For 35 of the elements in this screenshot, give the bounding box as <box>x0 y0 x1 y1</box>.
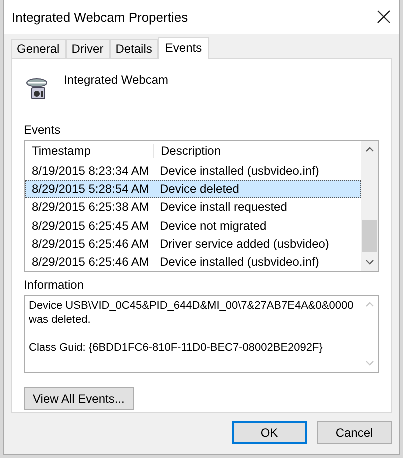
tab[interactable]: Driver <box>66 39 110 58</box>
webcam-icon <box>26 77 48 101</box>
scroll-down-icon <box>366 361 374 366</box>
table-cell[interactable]: Device not migrated <box>154 218 360 233</box>
window-title: Integrated Webcam Properties <box>12 10 188 24</box>
events-list[interactable] <box>24 140 379 272</box>
tab[interactable]: Details <box>110 39 158 58</box>
table-cell[interactable]: Device install requested <box>154 200 360 214</box>
table-cell[interactable]: Device installed (usbvideo.inf) <box>154 164 360 178</box>
table-cell[interactable]: 8/29/2015 5:28:54 AM <box>26 182 154 196</box>
information-label: Information <box>24 278 86 292</box>
dialog-button[interactable]: OK <box>232 421 307 444</box>
dialog-button[interactable]: Cancel <box>317 421 392 444</box>
table-cell[interactable]: 8/29/2015 6:25:45 AM <box>26 218 154 233</box>
scroll-up-icon <box>366 302 374 307</box>
scrollbar[interactable] <box>361 141 378 271</box>
information-text: Device USB\VID_0C45&PID_644D&MI_00\7&27AB7E4A&0&0000 was deleted. <box>29 299 355 327</box>
tab[interactable]: Events <box>158 37 210 59</box>
table-cell[interactable]: 8/29/2015 6:25:38 AM <box>26 200 154 214</box>
table-cell[interactable]: Device installed (usbvideo.inf) <box>154 254 360 269</box>
scroll-down-icon[interactable] <box>366 260 374 265</box>
scroll-up-icon[interactable] <box>366 147 374 152</box>
column-header[interactable]: Timestamp <box>25 144 153 158</box>
events-label: Events <box>24 123 62 137</box>
device-name: Integrated Webcam <box>64 73 169 89</box>
table-cell[interactable]: 8/29/2015 6:25:46 AM <box>26 254 154 269</box>
table-cell[interactable]: 8/19/2015 8:23:34 AM <box>26 164 154 178</box>
close-icon[interactable] <box>377 10 391 24</box>
tab[interactable]: General <box>11 39 66 58</box>
view-all-events-button[interactable]: View All Events... <box>24 387 134 410</box>
information-text: Class Guid: {6BDD1FC6-810F-11D0-BEC7-08002BE2092F} <box>29 341 324 355</box>
table-cell[interactable]: Device deleted <box>154 182 360 196</box>
table-cell[interactable]: Driver service added (usbvideo) <box>154 236 360 251</box>
scroll-thumb[interactable] <box>362 220 377 252</box>
table-cell[interactable]: 8/29/2015 6:25:46 AM <box>26 236 154 251</box>
